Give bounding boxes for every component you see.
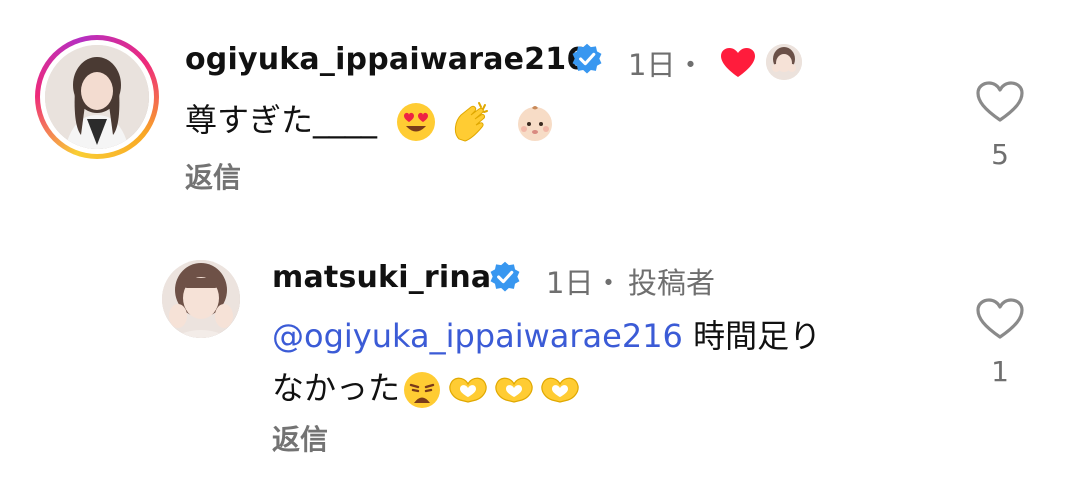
author-avatar-mini xyxy=(766,44,802,80)
comment-text: @ogiyuka_ippaiwarae216 時間足り なかった xyxy=(272,310,821,414)
like-column: 5 xyxy=(970,80,1030,171)
comment-time: 1日 xyxy=(628,48,676,82)
heart-hands-emoji xyxy=(541,377,579,403)
heart-hands-emoji xyxy=(449,377,487,403)
heart-hands-emoji xyxy=(495,377,533,403)
comment-text: 尊すぎた____ xyxy=(185,94,556,146)
verified-badge-icon xyxy=(490,261,520,292)
weary-face-emoji xyxy=(404,372,441,408)
avatar-story-ring[interactable] xyxy=(35,35,159,159)
like-count: 5 xyxy=(991,138,1009,171)
heart-eyes-emoji xyxy=(397,103,436,141)
comment-1: ogiyuka_ippaiwarae216 1日 ・ 尊すぎた____ 返信 5 xyxy=(0,0,1080,200)
author-badge: 投稿者 xyxy=(628,266,716,300)
verified-badge-icon xyxy=(572,43,602,74)
comment-text-tail: ____ xyxy=(313,101,378,139)
comment-text-lead: 尊すぎた xyxy=(185,101,314,139)
baby-face-emoji xyxy=(517,106,552,141)
reply-button[interactable]: 返信 xyxy=(185,156,241,196)
comment-2: matsuki_rina 1日 ・ 投稿者 @ogiyuka_ippaiwara… xyxy=(0,240,1080,483)
clapping-hands-emoji xyxy=(455,102,489,142)
comment-username[interactable]: matsuki_rina xyxy=(272,260,491,295)
comment-text-line2: なかった xyxy=(272,369,401,407)
like-heart-icon[interactable] xyxy=(975,80,1025,124)
meta-separator: ・ xyxy=(676,48,706,82)
like-count: 1 xyxy=(991,355,1009,388)
meta-separator: ・ xyxy=(594,266,624,300)
avatar[interactable] xyxy=(162,260,240,338)
avatar xyxy=(45,45,149,149)
comment-text-line1: 時間足り xyxy=(682,317,822,355)
comment-time: 1日 xyxy=(546,266,594,300)
mention-link[interactable]: @ogiyuka_ippaiwarae216 xyxy=(272,317,683,355)
comment-username[interactable]: ogiyuka_ippaiwarae216 xyxy=(185,42,587,77)
author-liked-heart-icon xyxy=(721,48,755,77)
reply-button[interactable]: 返信 xyxy=(272,418,328,458)
like-column: 1 xyxy=(970,297,1030,388)
like-heart-icon[interactable] xyxy=(975,297,1025,341)
